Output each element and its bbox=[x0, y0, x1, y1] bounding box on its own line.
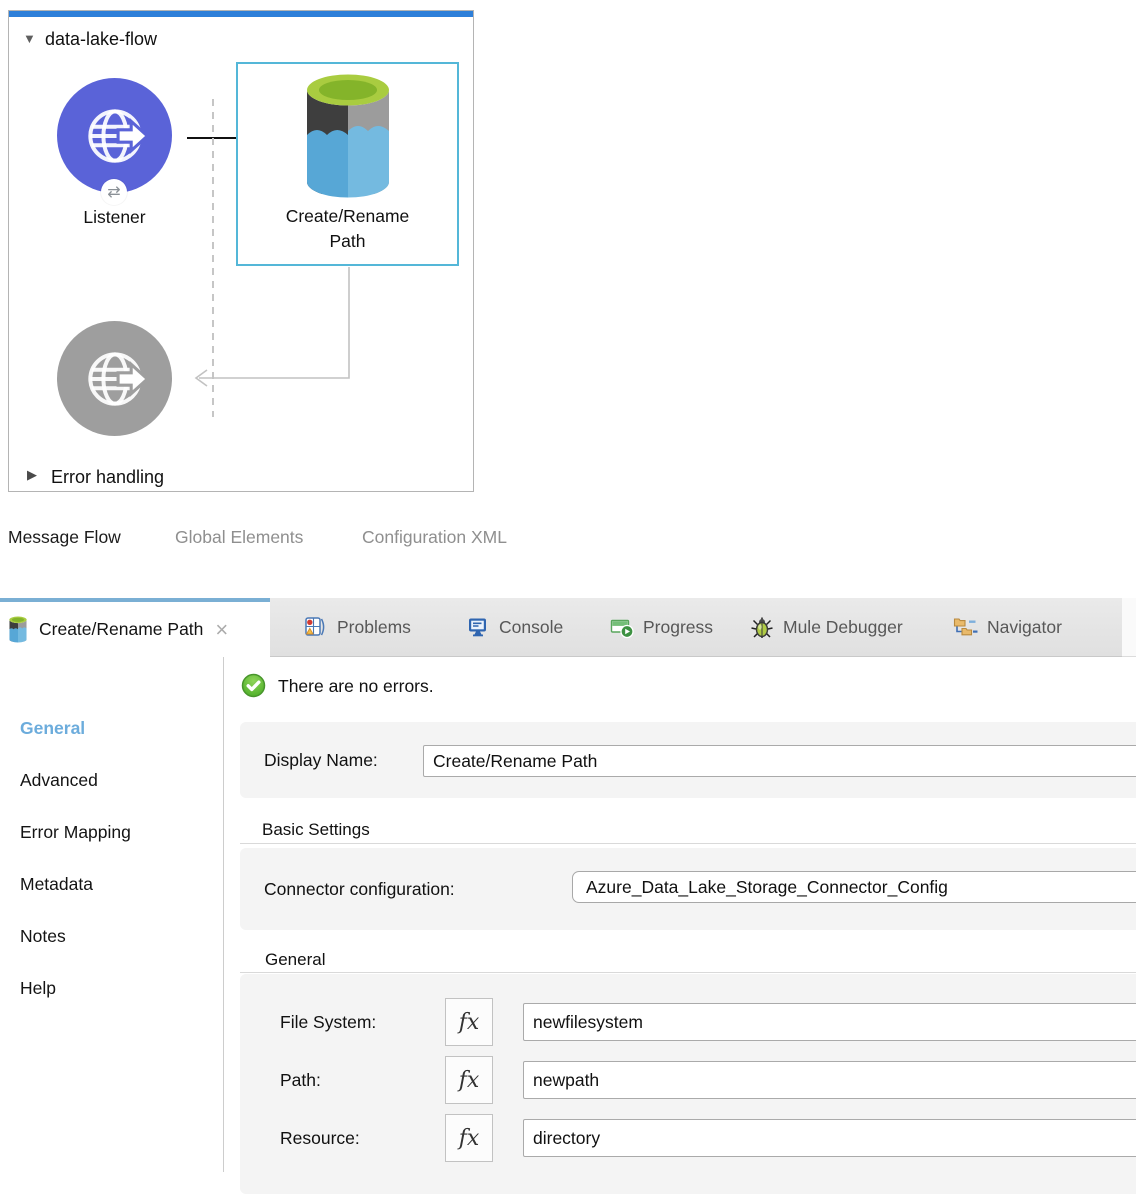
basic-settings-title: Basic Settings bbox=[262, 820, 370, 840]
sidebar-item-metadata[interactable]: Metadata bbox=[20, 874, 93, 896]
general-section-title: General bbox=[265, 950, 325, 970]
sidebar-item-advanced[interactable]: Advanced bbox=[20, 770, 98, 792]
status-message: There are no errors. bbox=[278, 676, 434, 697]
properties-sidebar: General Advanced Error Mapping Metadata … bbox=[0, 657, 224, 1172]
flow-header-bar bbox=[9, 11, 473, 17]
section-divider bbox=[240, 972, 1136, 973]
display-name-label: Display Name: bbox=[264, 750, 378, 771]
path-label: Path: bbox=[280, 1070, 321, 1091]
data-lake-cylinder-icon bbox=[302, 72, 394, 200]
file-system-input[interactable] bbox=[523, 1003, 1136, 1041]
fx-button-path[interactable]: fx bbox=[445, 1056, 493, 1104]
connector-config-combo[interactable] bbox=[572, 871, 1136, 903]
connector-config-panel: Connector configuration: bbox=[240, 848, 1136, 930]
mule-debugger-icon bbox=[750, 615, 774, 639]
active-tab-label: Create/Rename Path bbox=[39, 619, 203, 640]
error-handling-label: Error handling bbox=[51, 467, 164, 488]
tab-strip-end bbox=[1122, 598, 1136, 657]
globe-arrow-icon-gray bbox=[78, 342, 152, 416]
inactive-globe-node[interactable] bbox=[57, 321, 172, 436]
globe-arrow-icon bbox=[78, 99, 152, 173]
fx-button-resource[interactable]: fx bbox=[445, 1114, 493, 1162]
path-input[interactable] bbox=[523, 1061, 1136, 1099]
data-lake-tab-icon bbox=[8, 616, 28, 643]
panel-tab-strip: Problems Console Progress bbox=[270, 598, 1122, 657]
connector-config-label: Connector configuration: bbox=[264, 879, 455, 900]
no-errors-check-icon bbox=[241, 673, 266, 698]
tab-global-elements[interactable]: Global Elements bbox=[175, 527, 303, 548]
sidebar-item-general[interactable]: General bbox=[20, 718, 85, 740]
fx-button-file-system[interactable]: fx bbox=[445, 998, 493, 1046]
anypoint-studio-window: { "icons": { "collapse_glyph": "▼", "exp… bbox=[0, 0, 1136, 1172]
sidebar-item-notes[interactable]: Notes bbox=[20, 926, 66, 948]
flow-title: data-lake-flow bbox=[45, 29, 157, 50]
resource-label: Resource: bbox=[280, 1128, 360, 1149]
tab-create-rename-path[interactable]: Create/Rename Path × bbox=[0, 598, 270, 657]
sync-badge-icon: ⇄ bbox=[101, 179, 127, 205]
progress-icon bbox=[610, 615, 634, 639]
tab-console[interactable]: Console bbox=[466, 598, 563, 656]
tab-progress[interactable]: Progress bbox=[610, 598, 713, 656]
tab-navigator[interactable]: Navigator bbox=[952, 598, 1062, 656]
sidebar-item-help[interactable]: Help bbox=[20, 978, 56, 1000]
display-name-input[interactable] bbox=[423, 745, 1136, 777]
tab-problems[interactable]: Problems bbox=[304, 598, 411, 656]
tab-message-flow[interactable]: Message Flow bbox=[8, 527, 121, 548]
create-rename-path-node[interactable]: Create/Rename Path bbox=[236, 62, 459, 266]
console-icon bbox=[466, 615, 490, 639]
listener-node[interactable] bbox=[57, 78, 172, 193]
return-connector-line bbox=[187, 266, 357, 391]
resource-input[interactable] bbox=[523, 1119, 1136, 1157]
properties-panel-tabbar: Problems Console Progress bbox=[0, 598, 1136, 657]
section-divider bbox=[240, 843, 1136, 844]
problems-icon bbox=[304, 615, 328, 639]
flow-canvas: ▼ data-lake-flow ⇄ Listener bbox=[8, 10, 474, 492]
file-system-label: File System: bbox=[280, 1012, 376, 1033]
expand-triangle-icon[interactable]: ▶ bbox=[27, 467, 37, 483]
collapse-triangle-icon[interactable]: ▼ bbox=[23, 31, 36, 46]
sidebar-item-error-mapping[interactable]: Error Mapping bbox=[20, 822, 131, 844]
general-fields-panel: File System: fx Path: fx Resource: fx bbox=[240, 974, 1136, 1194]
tab-mule-debugger[interactable]: Mule Debugger bbox=[750, 598, 903, 656]
navigator-icon bbox=[952, 615, 978, 639]
close-icon[interactable]: × bbox=[215, 619, 228, 641]
listener-label: Listener bbox=[42, 207, 187, 228]
node-label: Create/Rename Path bbox=[286, 204, 410, 254]
properties-content: There are no errors. Display Name: Basic… bbox=[224, 657, 1136, 1172]
display-name-panel: Display Name: bbox=[240, 722, 1136, 798]
tab-configuration-xml[interactable]: Configuration XML bbox=[362, 527, 507, 548]
